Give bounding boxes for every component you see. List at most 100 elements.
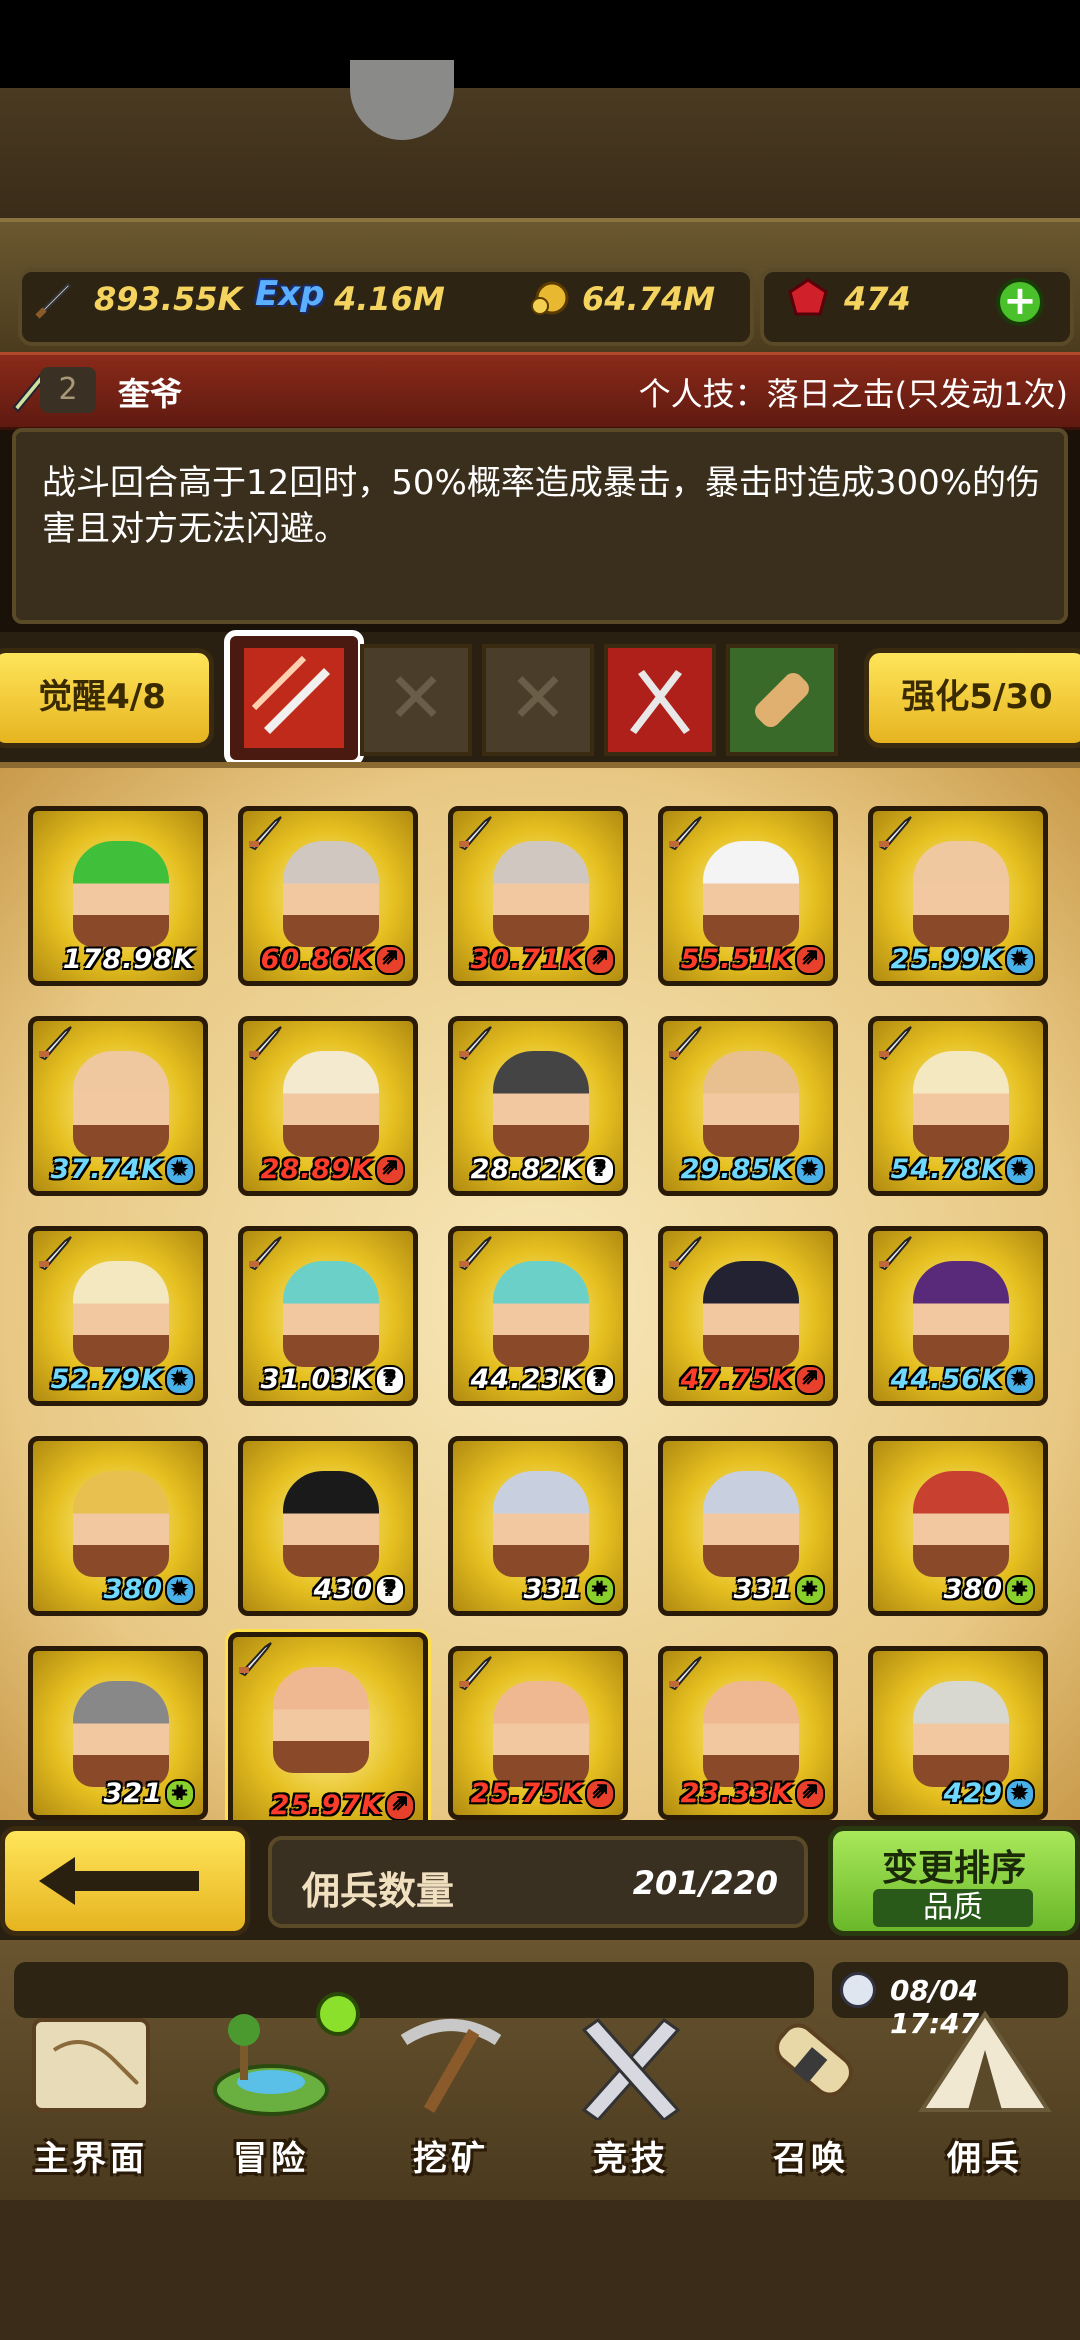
- equipped-sword-icon: [669, 1026, 702, 1061]
- mercenary-power: 23.33K ↗: [681, 1778, 825, 1809]
- skill-slot-scroll[interactable]: [726, 644, 838, 756]
- scroll-icon: [755, 673, 809, 727]
- nav-mining[interactable]: 挖矿: [366, 2010, 536, 2180]
- mercenary-power: 25.97K ↗: [271, 1790, 415, 1821]
- mercenary-power: 60.86K ↗: [261, 944, 405, 975]
- mercenary-card[interactable]: 331 +: [448, 1436, 628, 1616]
- mercenary-portrait: [703, 841, 799, 947]
- mercenary-power: 429 ★: [944, 1778, 1035, 1809]
- nav-label: 召唤: [773, 2139, 849, 2179]
- mercenary-portrait: [283, 1261, 379, 1367]
- enhance-button[interactable]: 强化5/30: [864, 648, 1080, 748]
- change-sort-button[interactable]: 变更排序 品质: [828, 1826, 1080, 1936]
- mercenary-status-badge: ?: [585, 1365, 615, 1395]
- mercenary-count-box: 佣兵数量 201/220: [268, 1836, 808, 1928]
- mercenary-power: 430?: [314, 1574, 405, 1605]
- nav-mercenary[interactable]: 佣兵: [900, 2010, 1070, 2180]
- mercenary-card[interactable]: 44.56K ★: [868, 1226, 1048, 1406]
- mercenary-card[interactable]: 430?: [238, 1436, 418, 1616]
- mercenary-portrait: [493, 1261, 589, 1367]
- skill-slot-selected[interactable]: [224, 630, 364, 766]
- mercenary-card[interactable]: 60.86K ↗: [238, 806, 418, 986]
- mercenary-status-badge: ★: [1005, 1779, 1035, 1809]
- mercenary-card[interactable]: 25.99K ★: [868, 806, 1048, 986]
- add-gems-button[interactable]: +: [996, 278, 1044, 326]
- mercenary-power: 55.51K ↗: [681, 944, 825, 975]
- mercenary-card[interactable]: 380 +: [868, 1436, 1048, 1616]
- mercenary-status-badge: +: [165, 1779, 195, 1809]
- mercenary-power: 28.82K?: [471, 1154, 615, 1185]
- mercenary-status-badge: ↗: [795, 945, 825, 975]
- mercenary-card[interactable]: 29.85K ★: [658, 1016, 838, 1196]
- mercenary-portrait: [283, 841, 379, 947]
- mercenary-card[interactable]: 25.75K ↗: [448, 1646, 628, 1820]
- gold-coins-icon: [531, 281, 569, 315]
- exp-icon: Exp: [255, 274, 325, 314]
- nav-summon[interactable]: 召唤: [726, 2010, 896, 2180]
- mercenary-power: 29.85K ★: [681, 1154, 825, 1185]
- mercenary-card[interactable]: 30.71K ↗: [448, 806, 628, 986]
- mercenary-card[interactable]: 23.33K ↗: [658, 1646, 838, 1820]
- summon-scroll-icon: [775, 2023, 853, 2097]
- island-icon: [213, 2014, 329, 2116]
- mercenary-portrait: [913, 1471, 1009, 1577]
- mercenary-status-badge: ↗: [385, 1791, 415, 1821]
- equipped-sword-icon: [669, 816, 702, 851]
- footer-background: [0, 2200, 1080, 2340]
- nav-label: 主界面: [34, 2139, 148, 2179]
- mercenary-card[interactable]: 28.89K ↗: [238, 1016, 418, 1196]
- skill-slot-empty-1[interactable]: ✕: [360, 644, 472, 756]
- sort-mode: 品质: [873, 1889, 1033, 1927]
- mercenary-card[interactable]: 54.78K ★: [868, 1016, 1048, 1196]
- equipped-sword-icon: [459, 1236, 492, 1271]
- mercenary-card[interactable]: 25.97K ↗: [228, 1632, 428, 1832]
- mercenary-portrait: [913, 841, 1009, 947]
- mercenary-power: 380 ★: [104, 1574, 195, 1605]
- sort-label: 变更排序: [881, 1848, 1026, 1889]
- mercenary-portrait: [273, 1667, 369, 1773]
- nav-adventure[interactable]: 冒险: [186, 1992, 360, 2180]
- nav-main[interactable]: 主界面: [6, 2010, 176, 2180]
- mercenary-portrait: [73, 1261, 169, 1367]
- mercenary-power: 52.79K ★: [51, 1364, 195, 1395]
- mercenary-status-badge: ↗: [375, 1155, 405, 1185]
- mercenary-card[interactable]: 52.79K ★: [28, 1226, 208, 1406]
- back-button[interactable]: [0, 1826, 250, 1936]
- mercenary-card[interactable]: 380 ★: [28, 1436, 208, 1616]
- clock-icon: [840, 1972, 876, 2008]
- mercenary-portrait: [73, 1051, 169, 1157]
- awaken-button[interactable]: 觉醒4/8: [0, 648, 214, 748]
- mercenary-card[interactable]: 28.82K?: [448, 1016, 628, 1196]
- mercenary-portrait: [283, 1471, 379, 1577]
- mercenary-card[interactable]: 178.98K: [28, 806, 208, 986]
- mercenary-portrait: [703, 1681, 799, 1787]
- mercenary-portrait: [73, 1681, 169, 1787]
- mercenary-status-badge: ↗: [585, 1779, 615, 1809]
- mercenary-card[interactable]: 37.74K ★: [28, 1016, 208, 1196]
- hero-name: 奎爷: [118, 375, 183, 413]
- hero-rank-badge: 2: [40, 367, 96, 413]
- nav-arena[interactable]: 竞技: [546, 2010, 716, 2180]
- exp-value: 4.16M: [334, 280, 445, 318]
- arrow-left-icon: [39, 1857, 199, 1905]
- mercenary-card[interactable]: 429 ★: [868, 1646, 1048, 1820]
- hero-name-bar: 2 奎爷 个人技：落日之击(只发动1次): [0, 352, 1080, 430]
- mercenary-status-badge: ?: [375, 1365, 405, 1395]
- skill-slot-empty-2[interactable]: ✕: [482, 644, 594, 756]
- mercenary-power: 331 +: [524, 1574, 615, 1605]
- skill-slot-crossed-blades[interactable]: [604, 644, 716, 756]
- mercenary-card[interactable]: 31.03K?: [238, 1226, 418, 1406]
- mercenary-card[interactable]: 331 +: [658, 1436, 838, 1616]
- mercenary-status-badge: ↗: [375, 945, 405, 975]
- mercenary-card[interactable]: 47.75K ↗: [658, 1226, 838, 1406]
- equipped-sword-icon: [879, 816, 912, 851]
- equipped-sword-icon: [459, 1656, 492, 1691]
- mercenary-portrait: [283, 1051, 379, 1157]
- count-value: 201/220: [632, 1864, 778, 1902]
- mercenary-card[interactable]: 44.23K?: [448, 1226, 628, 1406]
- mercenary-card[interactable]: 321 +: [28, 1646, 208, 1820]
- tent-icon: [918, 2010, 1052, 2112]
- mercenary-power: 54.78K ★: [891, 1154, 1035, 1185]
- mercenary-status-badge: ★: [165, 1155, 195, 1185]
- mercenary-card[interactable]: 55.51K ↗: [658, 806, 838, 986]
